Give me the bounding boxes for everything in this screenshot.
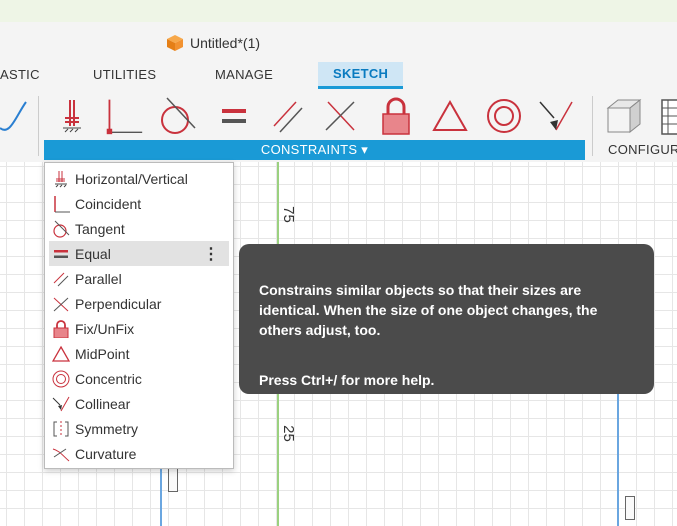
- spline-tool[interactable]: [0, 94, 30, 138]
- document-title[interactable]: Untitled*(1): [166, 34, 260, 52]
- document-title-text: Untitled*(1): [190, 35, 261, 51]
- sketch-line[interactable]: [617, 392, 619, 526]
- fix-unfix-tool[interactable]: [376, 94, 416, 138]
- menu-item-midpoint[interactable]: MidPoint: [45, 341, 233, 366]
- constraint-glyph[interactable]: [168, 468, 178, 492]
- menu-item-label: Concentric: [75, 370, 142, 387]
- coincident-icon: [106, 99, 143, 135]
- menu-item-label: Perpendicular: [75, 295, 162, 312]
- menu-item-label: Coincident: [75, 195, 142, 212]
- tooltip-line-2: identical. When the size of one object c…: [259, 302, 598, 318]
- menu-item-parallel[interactable]: Parallel: [45, 266, 233, 291]
- parallel-icon: [273, 101, 303, 133]
- concentric-tool[interactable]: [484, 94, 524, 138]
- collinear-tool[interactable]: [536, 94, 576, 138]
- sketch-line[interactable]: [160, 460, 162, 526]
- top-strip: [0, 0, 677, 23]
- tab-sketch[interactable]: SKETCH: [318, 62, 404, 89]
- menu-item-horizontal-vertical[interactable]: Horizontal/Vertical: [45, 166, 233, 191]
- concentric-icon: [487, 99, 521, 133]
- menu-item-label: Fix/UnFix: [75, 320, 135, 337]
- tangent-icon: [161, 97, 196, 134]
- tangent-tool[interactable]: [157, 94, 197, 138]
- menu-item-curvature[interactable]: Curvature: [45, 441, 233, 466]
- menu-item-label: Collinear: [75, 395, 131, 412]
- more-options-icon[interactable]: ⋮: [203, 244, 219, 264]
- menu-item-concentric[interactable]: Concentric: [45, 366, 233, 391]
- tangent-icon: [51, 219, 71, 239]
- perpendicular-icon: [51, 294, 71, 314]
- menu-item-label: Tangent: [75, 220, 125, 237]
- horizontal-vertical-icon: [51, 169, 71, 189]
- equal-tool[interactable]: [214, 94, 254, 138]
- constraints-dropdown-button[interactable]: CONSTRAINTS ▾: [44, 140, 585, 160]
- equal-tooltip: Constrains similar objects so that their…: [239, 244, 654, 394]
- symmetry-icon: [51, 419, 71, 439]
- coincident-icon: [51, 194, 71, 214]
- menu-item-label: Horizontal/Vertical: [75, 170, 188, 187]
- menu-item-perpendicular[interactable]: Perpendicular: [45, 291, 233, 316]
- configure-tool[interactable]: [604, 94, 644, 138]
- coincident-tool[interactable]: [104, 94, 144, 138]
- lock-icon: [382, 97, 410, 135]
- midpoint-icon: [432, 99, 468, 131]
- horizontal-vertical-icon: [63, 100, 81, 133]
- menu-item-label: Equal: [75, 245, 111, 262]
- perpendicular-tool[interactable]: [320, 94, 360, 138]
- menu-item-tangent[interactable]: Tangent: [45, 216, 233, 241]
- collinear-icon: [51, 394, 71, 414]
- configure-label[interactable]: CONFIGUR: [608, 142, 677, 157]
- box-icon: [606, 98, 642, 134]
- constraint-glyph[interactable]: [625, 496, 635, 520]
- spline-icon: [0, 101, 27, 131]
- toolbar-divider: [592, 96, 593, 156]
- tab-utilities[interactable]: UTILITIES: [93, 62, 156, 88]
- menu-item-equal[interactable]: Equal ⋮: [49, 241, 229, 266]
- toolbar-divider: [38, 96, 39, 156]
- menu-item-symmetry[interactable]: Symmetry: [45, 416, 233, 441]
- menu-item-label: MidPoint: [75, 345, 130, 362]
- equal-icon: [51, 244, 71, 264]
- title-bar: [0, 22, 677, 62]
- midpoint-icon: [51, 344, 71, 364]
- menu-item-label: Symmetry: [75, 420, 138, 437]
- menu-item-coincident[interactable]: Coincident: [45, 191, 233, 216]
- tooltip-line-3: others adjust, too.: [259, 322, 381, 338]
- menu-item-fix-unfix[interactable]: Fix/UnFix: [45, 316, 233, 341]
- curvature-icon: [51, 444, 71, 464]
- table-tool[interactable]: [652, 94, 677, 138]
- equal-icon: [222, 109, 246, 123]
- menu-item-label: Curvature: [75, 445, 137, 462]
- collinear-icon: [539, 101, 573, 131]
- parallel-icon: [51, 269, 71, 289]
- lock-icon: [51, 319, 71, 339]
- constraints-menu: Horizontal/Vertical Coincident Tangent E…: [44, 162, 234, 469]
- menu-item-collinear[interactable]: Collinear: [45, 391, 233, 416]
- midpoint-tool[interactable]: [430, 94, 470, 138]
- concentric-icon: [51, 369, 71, 389]
- ruler-label-75: 75: [279, 206, 297, 223]
- tooltip-line-1: Constrains similar objects so that their…: [259, 282, 582, 298]
- table-icon: [661, 99, 677, 135]
- menu-item-label: Parallel: [75, 270, 122, 287]
- parallel-tool[interactable]: [268, 94, 308, 138]
- tab-plastic[interactable]: ASTIC: [0, 62, 40, 88]
- tab-manage[interactable]: MANAGE: [215, 62, 273, 88]
- ruler-label-25: 25: [279, 425, 297, 442]
- horizontal-vertical-tool[interactable]: [52, 94, 92, 138]
- perpendicular-icon: [325, 101, 355, 131]
- document-cube-icon: [167, 35, 183, 51]
- ribbon-tabs: ASTIC UTILITIES MANAGE SKETCH: [0, 62, 677, 90]
- tooltip-help: Press Ctrl+/ for more help.: [259, 372, 435, 388]
